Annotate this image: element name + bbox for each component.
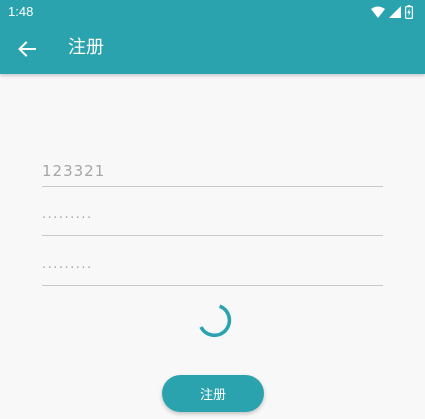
wifi-icon [371,6,385,18]
register-button[interactable]: 注册 [162,375,264,412]
battery-charging-icon [405,5,413,19]
username-field[interactable] [42,160,383,187]
status-bar: 1:48 [0,0,425,24]
back-arrow-icon[interactable] [16,38,38,60]
page-title: 注册 [68,37,104,58]
confirm-password-field[interactable]: ········· [42,259,383,286]
password-mask: ········· [42,211,93,226]
confirm-password-mask: ········· [42,261,93,276]
loading-spinner [199,304,232,338]
username-input[interactable] [42,160,383,182]
cell-signal-icon [389,6,401,18]
status-time: 1:48 [8,4,34,19]
status-icons [371,5,413,19]
password-field[interactable]: ········· [42,209,383,236]
app-bar: 注册 [0,24,425,74]
